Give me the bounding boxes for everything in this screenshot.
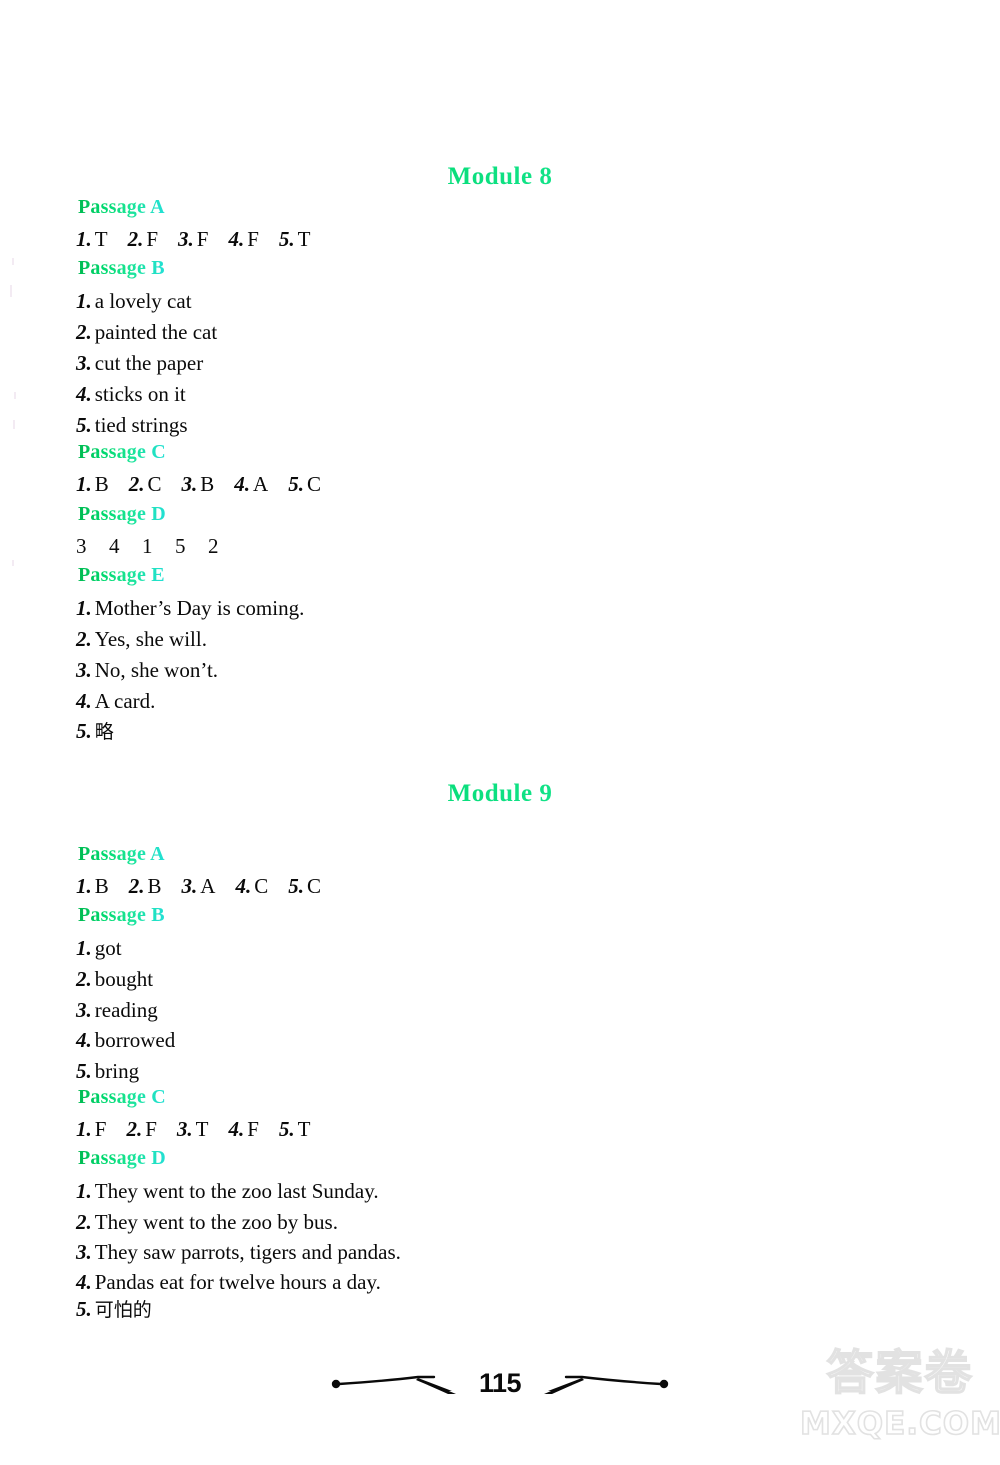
answer-row-m9-c: 1. F 2. F 3. T 4. F 5. T: [76, 1116, 310, 1142]
answer-row-m8-c: 1. B 2. C 3. B 4. A 5. C: [76, 471, 321, 497]
scan-artifact: [13, 420, 15, 429]
page-number: 115: [478, 1368, 522, 1398]
answer-row-m9-d-1: 1. They went to the zoo last Sunday.: [76, 1179, 379, 1203]
answer-pair: 1. T: [76, 227, 108, 251]
answer-row-m8-e-1: 1. Mother’s Day is coming.: [76, 596, 305, 620]
answer-row-m8-b-5: 5. tied strings: [76, 413, 188, 437]
passage-heading-m8-e: Passage E: [78, 564, 165, 586]
sequence-item: 5: [175, 534, 186, 558]
answer-pair: 1. B: [76, 472, 109, 496]
sequence-item: 2: [208, 534, 219, 558]
passage-heading-m9-c: Passage C: [78, 1086, 166, 1108]
answer-row-m9-b-2: 2. bought: [76, 967, 154, 991]
scan-artifact: [14, 392, 16, 399]
flourish-left-icon: [331, 1375, 456, 1394]
scan-artifact: [10, 285, 12, 297]
answer-row-m9-d-4: 4. Pandas eat for twelve hours a day.: [76, 1270, 381, 1294]
answer-pair: 1. B: [76, 874, 109, 898]
answer-row-m9-b-1: 1. got: [76, 936, 122, 960]
answer-pair: 3. B: [181, 472, 215, 496]
answer-pair: 4. F: [228, 1117, 259, 1141]
answer-row-m9-b-4: 4. borrowed: [76, 1028, 176, 1052]
page-footer: 115: [0, 1368, 1000, 1399]
answer-pair: 2. F: [126, 1117, 157, 1141]
answer-pair: 4. C: [235, 874, 269, 898]
passage-heading-m8-a: Passage A: [78, 196, 165, 218]
passage-heading-m9-a: Passage A: [78, 843, 165, 865]
answer-pair: 4. A: [234, 472, 269, 496]
answer-pair: 5. T: [278, 227, 311, 251]
answer-row-m9-d-3: 3. They saw parrots, tigers and pandas.: [76, 1240, 401, 1264]
scan-artifact: [12, 258, 14, 265]
answer-pair: 3. T: [176, 1117, 209, 1141]
passage-heading-m8-d: Passage D: [78, 503, 166, 525]
answer-row-m8-b-3: 3. cut the paper: [76, 351, 204, 375]
passage-heading-m9-d: Passage D: [78, 1147, 166, 1169]
watermark-cjk-text: 答案卷: [826, 1345, 974, 1402]
answer-row-m9-d-5: 5. 可怕的: [76, 1297, 152, 1321]
answer-row-m9-a: 1. B 2. B 3. A 4. C 5. C: [76, 873, 321, 899]
answer-row-m8-e-2: 2. Yes, she will.: [76, 627, 207, 651]
answer-row-m8-d-sequence: 34152: [76, 533, 241, 559]
module-heading-8: Module 8: [0, 163, 1000, 191]
passage-heading-m8-b: Passage B: [78, 257, 165, 279]
answer-row-m8-a: 1. T 2. F 3. F 4. F 5. T: [76, 226, 310, 252]
answer-pair: 1. F: [76, 1117, 107, 1141]
watermark: 答案卷 MXQE.COM: [799, 1345, 1000, 1463]
watermark-domain-text: MXQE.COM: [799, 1405, 1000, 1443]
answer-row-m8-b-1: 1. a lovely cat: [76, 289, 192, 313]
answer-pair: 2. C: [128, 472, 162, 496]
passage-heading-m9-b: Passage B: [78, 904, 165, 926]
answer-row-m8-b-4: 4. sticks on it: [76, 382, 186, 406]
flourish-right-icon: [544, 1375, 669, 1394]
answer-row-m8-e-4: 4. A card.: [76, 689, 156, 713]
answer-pair: 2. F: [127, 227, 159, 251]
answer-pair: 3. A: [181, 874, 216, 898]
passage-heading-m8-c: Passage C: [78, 441, 166, 463]
sequence-item: 1: [142, 534, 153, 558]
answer-key-page: Module 8 Passage A 1. T 2. F 3. F 4. F 5. T Passa…: [0, 0, 1000, 1465]
answer-pair: 4. F: [228, 227, 259, 251]
answer-pair: 5. T: [278, 1117, 311, 1141]
scan-artifact: [12, 560, 14, 566]
answer-pair: 3. F: [178, 227, 209, 251]
answer-row-m8-e-5: 5. 略: [76, 719, 114, 743]
answer-row-m8-b-2: 2. painted the cat: [76, 320, 218, 344]
answer-pair: 2. B: [128, 874, 162, 898]
answer-row-m8-e-3: 3. No, she won’t.: [76, 658, 219, 682]
sequence-item: 3: [76, 534, 87, 558]
answer-row-m9-b-5: 5. bring: [76, 1059, 140, 1083]
answer-row-m9-d-2: 2. They went to the zoo by bus.: [76, 1210, 338, 1234]
answer-pair: 5. C: [288, 874, 321, 898]
sequence-item: 4: [109, 534, 120, 558]
answer-pair: 5. C: [288, 472, 321, 496]
answer-row-m9-b-3: 3. reading: [76, 998, 158, 1022]
module-heading-9: Module 9: [0, 780, 1000, 808]
